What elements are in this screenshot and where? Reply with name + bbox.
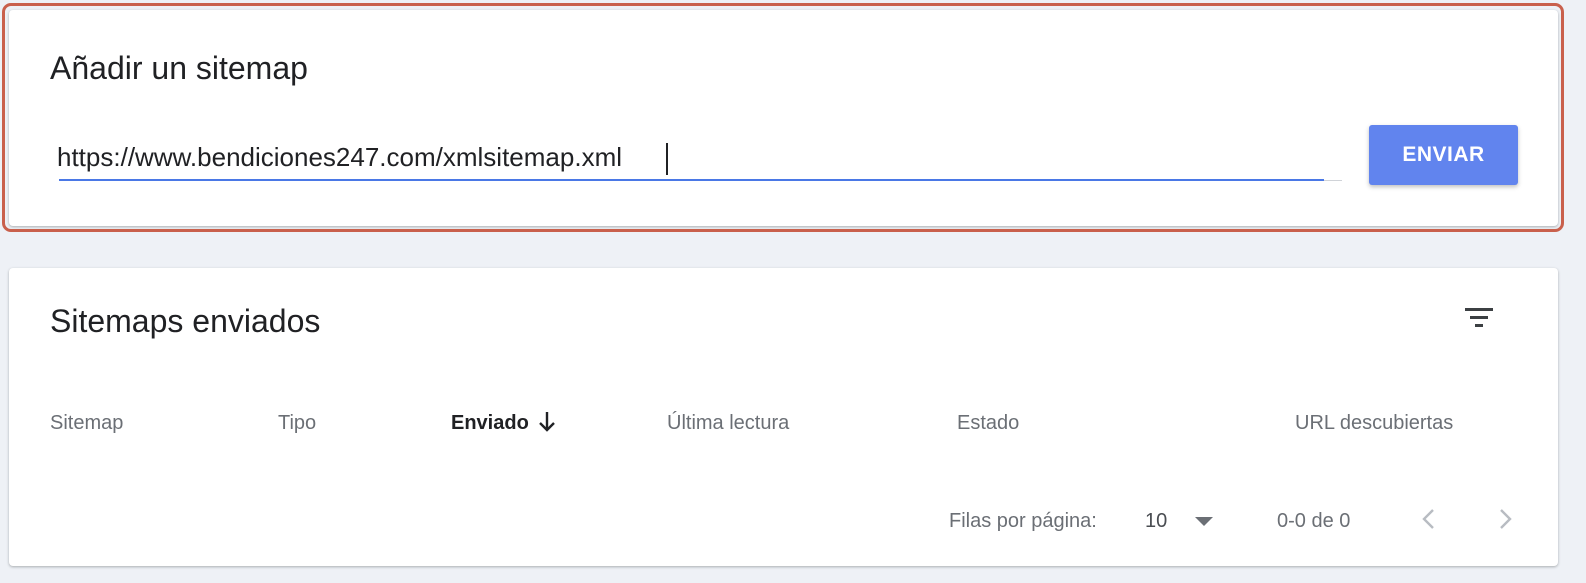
arrow-down-icon: [539, 412, 555, 432]
column-header-url-descubiertas[interactable]: URL descubiertas: [1295, 412, 1453, 435]
filter-button[interactable]: [1457, 302, 1501, 338]
previous-page-button[interactable]: [1412, 502, 1446, 536]
rows-per-page-label: Filas por página:: [949, 510, 1097, 532]
pagination-range: 0-0 de 0: [1277, 510, 1351, 532]
text-cursor: [666, 143, 668, 175]
rows-per-page-value: 10: [1145, 510, 1168, 532]
input-underline: [59, 179, 1324, 181]
rows-per-page-select[interactable]: 10: [1139, 504, 1219, 538]
caret-down-icon: [1195, 517, 1213, 526]
add-sitemap-title: Añadir un sitemap: [50, 50, 308, 86]
next-page-button[interactable]: [1488, 502, 1522, 536]
sitemap-url-input[interactable]: [55, 136, 1321, 178]
input-underline-rest: [1324, 180, 1342, 181]
submitted-sitemaps-card: Sitemaps enviados Sitemap Tipo Enviado Ú…: [9, 268, 1558, 566]
chevron-right-icon: [1500, 509, 1512, 529]
submit-sitemap-button[interactable]: ENVIAR: [1369, 125, 1518, 185]
column-header-estado[interactable]: Estado: [957, 412, 1019, 435]
chevron-left-icon: [1422, 509, 1434, 529]
column-header-enviado[interactable]: Enviado: [451, 412, 529, 435]
column-header-ultima-lectura[interactable]: Última lectura: [667, 412, 789, 435]
filter-list-icon: [1465, 308, 1493, 327]
column-header-sitemap[interactable]: Sitemap: [50, 412, 123, 435]
add-sitemap-card: Añadir un sitemap ENVIAR: [9, 10, 1558, 226]
column-header-tipo[interactable]: Tipo: [278, 412, 316, 435]
submitted-sitemaps-title: Sitemaps enviados: [50, 303, 321, 339]
